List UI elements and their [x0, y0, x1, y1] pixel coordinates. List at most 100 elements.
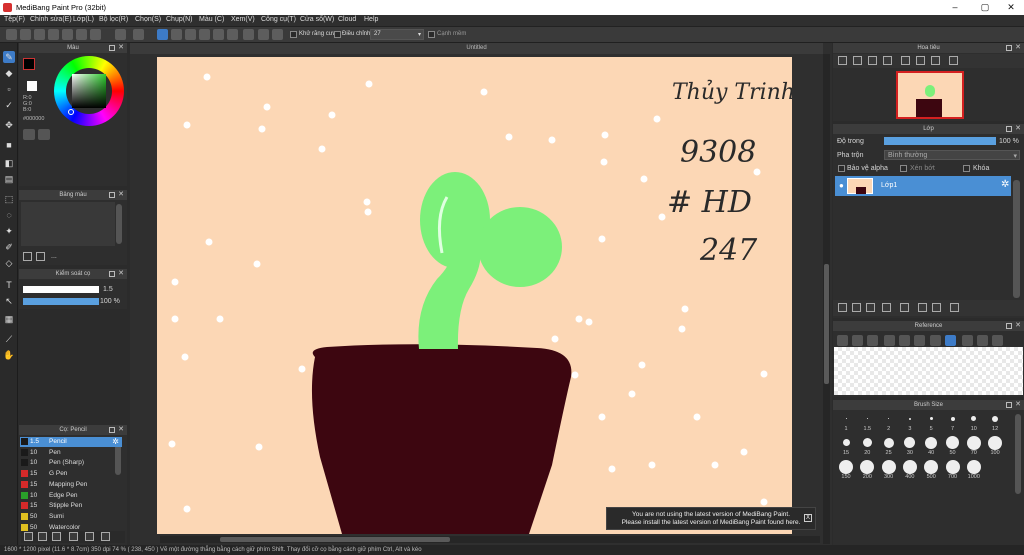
hand-tool-icon[interactable]: ✋: [3, 349, 15, 361]
brush-item[interactable]: 15 G Pen: [20, 469, 122, 479]
brush-size-option[interactable]: 20: [857, 436, 877, 456]
brush-size-option[interactable]: 30: [900, 436, 920, 456]
reference-hand-icon[interactable]: [945, 335, 956, 346]
brush-size-option[interactable]: 500: [921, 459, 941, 480]
close-icon[interactable]: ✕: [118, 425, 124, 435]
menu-select[interactable]: Chọn(S): [135, 16, 161, 23]
update-notification[interactable]: You are not using the latest version of …: [606, 507, 816, 530]
color-mode-icon[interactable]: [23, 129, 35, 140]
brush-size-option[interactable]: 50: [943, 436, 963, 456]
popout-icon[interactable]: [109, 427, 115, 433]
brush-opacity-slider[interactable]: [23, 298, 99, 305]
blend-mode-select[interactable]: Bình thường ▾: [884, 150, 1020, 160]
copy-brush-icon[interactable]: [38, 532, 47, 541]
move-tool-icon[interactable]: ✥: [3, 119, 15, 131]
brush-item[interactable]: 10 Pen (Sharp): [20, 458, 122, 468]
brush-settings-icon[interactable]: [85, 532, 94, 541]
brush-item[interactable]: 10 Pen: [20, 448, 122, 458]
background-color-swatch[interactable]: [27, 81, 37, 91]
reference-eyedropper-icon[interactable]: [930, 335, 941, 346]
save-icon[interactable]: [48, 29, 59, 40]
snap-settings-icon[interactable]: [272, 29, 283, 40]
add-1bit-layer-icon[interactable]: [882, 303, 891, 312]
close-icon[interactable]: ✕: [1015, 321, 1021, 331]
add-brush-icon[interactable]: [24, 532, 33, 541]
brush-size-scrollbar[interactable]: [1015, 414, 1021, 494]
select-eraser-icon[interactable]: ◇: [3, 257, 15, 269]
text-tool-icon[interactable]: T: [3, 279, 15, 291]
close-icon[interactable]: ✕: [1015, 43, 1021, 53]
eyedropper-tool-icon[interactable]: ⟋: [3, 333, 15, 345]
delete-palette-icon[interactable]: [36, 252, 45, 261]
duplicate-layer-icon[interactable]: [918, 303, 927, 312]
popout-icon[interactable]: [1006, 45, 1012, 51]
merge-layer-icon[interactable]: [932, 303, 941, 312]
brush-size-option[interactable]: 12: [985, 412, 1005, 432]
brush-cloud-icon[interactable]: [101, 532, 110, 541]
menu-layer[interactable]: Lớp(L): [73, 16, 94, 23]
actual-size-icon[interactable]: [883, 56, 892, 65]
brush-size-option[interactable]: 7: [943, 412, 963, 432]
gradient-tool-icon[interactable]: ▤: [3, 173, 15, 185]
drawing-canvas[interactable]: Thủy Trinh 9308 # HD 247: [157, 57, 792, 534]
delete-brush-icon[interactable]: [52, 532, 61, 541]
brush-size-slider[interactable]: [23, 286, 99, 293]
reference-preview[interactable]: [834, 347, 1023, 395]
brush-size-option[interactable]: 1: [836, 412, 856, 432]
paste-icon[interactable]: [76, 29, 87, 40]
select-pen-icon[interactable]: ✐: [3, 241, 15, 253]
brush-item[interactable]: 50 Sumi: [20, 512, 122, 522]
popout-icon[interactable]: [109, 192, 115, 198]
popout-icon[interactable]: [1006, 126, 1012, 132]
canvas-artwork[interactable]: Thủy Trinh 9308 # HD 247: [157, 57, 792, 534]
layer-folder-icon[interactable]: [900, 303, 909, 312]
brush-item[interactable]: 10 Edge Pen: [20, 491, 122, 501]
add-halftone-layer-icon[interactable]: [852, 303, 861, 312]
foreground-color-swatch[interactable]: [23, 58, 35, 70]
brush-size-option[interactable]: 200: [857, 459, 877, 480]
delete-layer-icon[interactable]: [950, 303, 959, 312]
close-button[interactable]: ✕: [998, 1, 1024, 14]
canvas-vscroll-thumb[interactable]: [824, 264, 829, 384]
palette-more[interactable]: ...: [51, 253, 57, 260]
layer-row[interactable]: ● Lớp1 ✲: [835, 176, 1011, 196]
deselect-icon[interactable]: [90, 29, 101, 40]
cloud-icon[interactable]: [34, 29, 45, 40]
operation-tool-icon[interactable]: ↖: [3, 295, 15, 307]
open-file-icon[interactable]: [20, 29, 31, 40]
brush-size-option[interactable]: 400: [900, 459, 920, 480]
dot-tool-icon[interactable]: ▫: [3, 83, 15, 95]
palette-scrollbar[interactable]: [116, 204, 122, 244]
soft-edge-checkbox[interactable]: [428, 31, 435, 38]
stroke-circle-icon[interactable]: [227, 29, 238, 40]
menu-filter[interactable]: Bộ lọc(R): [99, 16, 128, 23]
notification-line-2[interactable]: Please install the latest version of Med…: [607, 519, 815, 527]
fill-tool-icon[interactable]: ◧: [3, 157, 15, 169]
adjust-select[interactable]: 27 ▾: [370, 29, 424, 40]
layer-scrollbar[interactable]: [1013, 180, 1020, 298]
zoom-out-icon[interactable]: [853, 56, 862, 65]
divide-tool-icon[interactable]: ▦: [3, 313, 15, 325]
menu-help[interactable]: Help: [364, 16, 378, 23]
gear-icon[interactable]: ✲: [1001, 179, 1009, 190]
popout-icon[interactable]: [1006, 402, 1012, 408]
stroke-spiral-icon[interactable]: [243, 29, 254, 40]
minimize-button[interactable]: –: [942, 1, 968, 14]
brush-size-option[interactable]: 10: [964, 412, 984, 432]
stroke-curve-icon[interactable]: [213, 29, 224, 40]
eraser-tool-icon[interactable]: ◆: [3, 67, 15, 79]
brush-size-option[interactable]: 2: [879, 412, 899, 432]
rotate-reset-icon[interactable]: [931, 56, 940, 65]
add-layer-icon[interactable]: [838, 303, 847, 312]
reference-capture-icon[interactable]: [852, 335, 863, 346]
fit-icon[interactable]: [868, 56, 877, 65]
stroke-rect-icon[interactable]: [171, 29, 182, 40]
close-icon[interactable]: ✕: [118, 43, 124, 53]
popout-icon[interactable]: [109, 271, 115, 277]
brush-size-option[interactable]: 1000: [964, 459, 984, 480]
stroke-line-icon[interactable]: [157, 29, 168, 40]
adjust-checkbox[interactable]: [334, 31, 341, 38]
brush-size-option[interactable]: 25: [879, 436, 899, 456]
lock-checkbox[interactable]: [963, 165, 970, 172]
brush-size-option[interactable]: 5: [921, 412, 941, 432]
